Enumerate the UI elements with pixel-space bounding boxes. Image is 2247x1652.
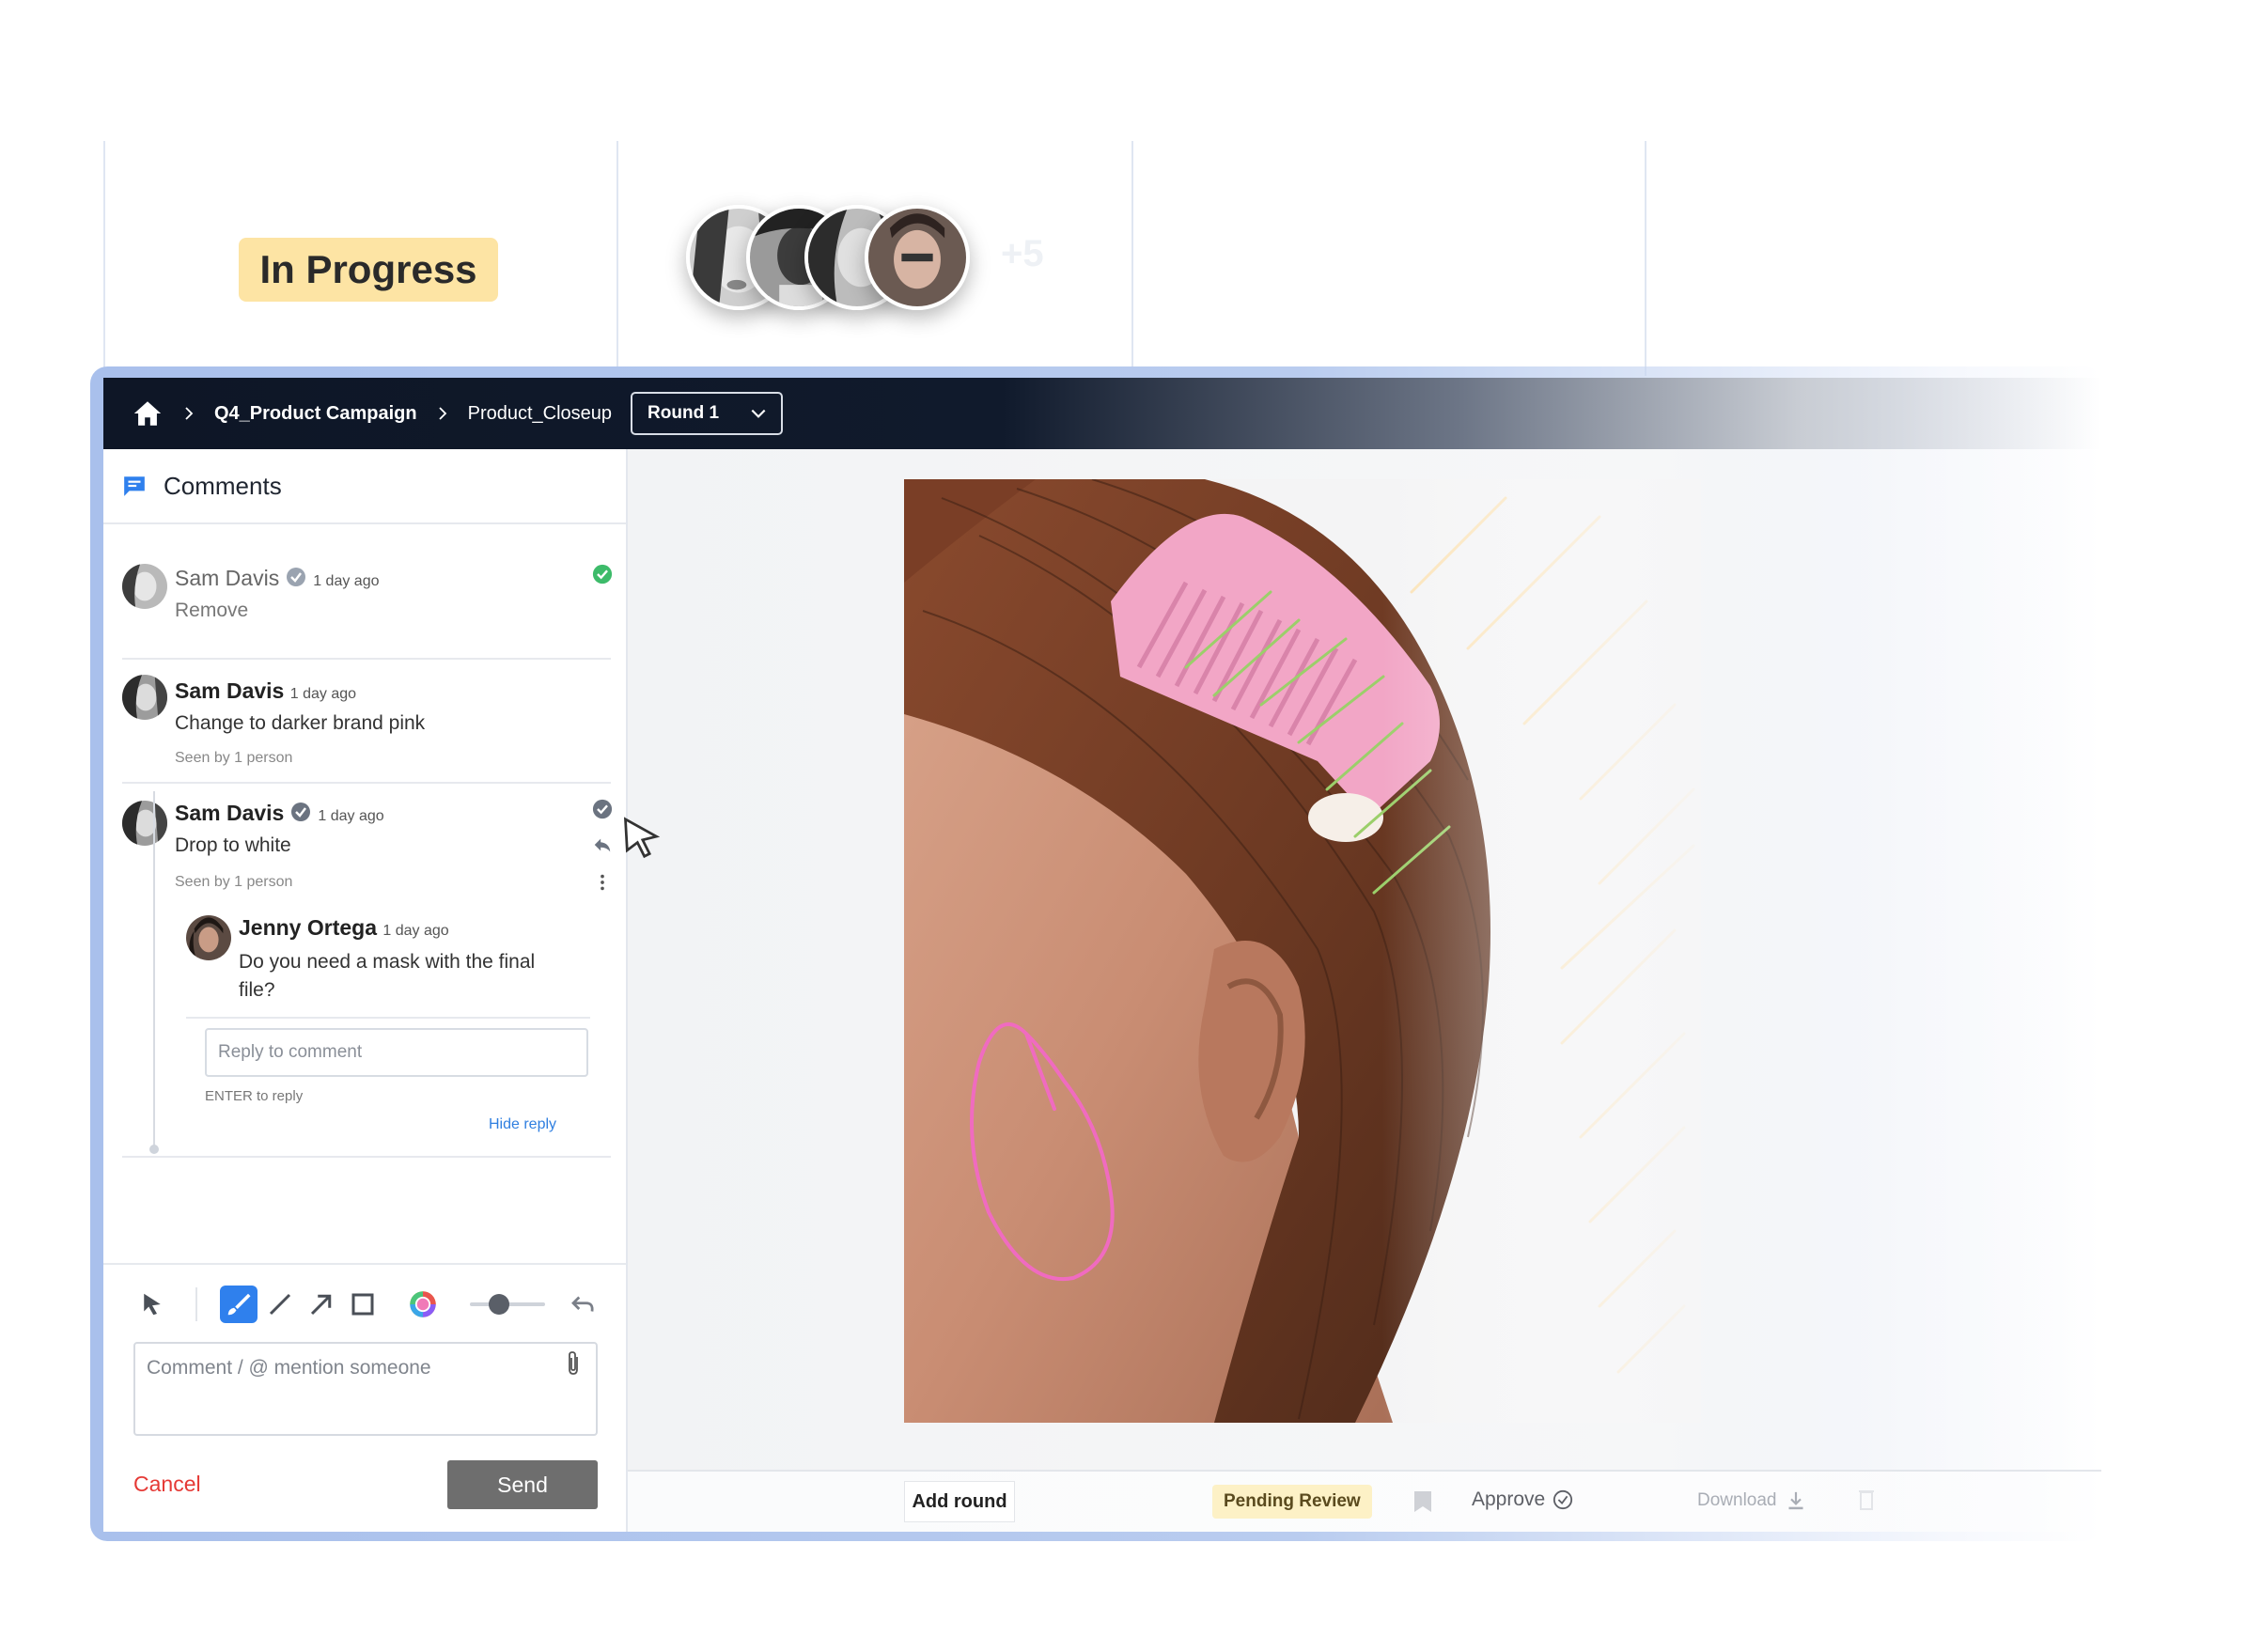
trash-icon[interactable] bbox=[1859, 1488, 1874, 1511]
cancel-button[interactable]: Cancel bbox=[133, 1472, 201, 1497]
avatar[interactable] bbox=[865, 205, 970, 310]
comment-author: Sam Davis 1 day ago bbox=[175, 801, 384, 825]
reply-time: 1 day ago bbox=[382, 923, 449, 939]
comments-title: Comments bbox=[164, 471, 282, 500]
comment-item[interactable]: Sam Davis 1 day ago Remove bbox=[122, 553, 613, 656]
status-badge[interactable]: In Progress bbox=[239, 238, 498, 302]
column-divider bbox=[616, 141, 618, 376]
more-vertical-icon[interactable] bbox=[592, 872, 613, 893]
reply-author: Jenny Ortega 1 day ago bbox=[239, 915, 449, 940]
home-icon[interactable] bbox=[132, 397, 164, 429]
check-circle-icon[interactable] bbox=[592, 564, 613, 584]
download-button[interactable]: Download bbox=[1697, 1490, 1805, 1511]
brush-icon bbox=[227, 1293, 251, 1316]
line-icon bbox=[269, 1293, 291, 1316]
mouse-cursor-icon bbox=[623, 817, 661, 859]
reply-icon[interactable] bbox=[592, 834, 613, 855]
download-label: Download bbox=[1697, 1490, 1777, 1510]
comment-time: 1 day ago bbox=[289, 686, 357, 702]
seen-status: Seen by 1 person bbox=[175, 750, 293, 766]
check-circle-icon[interactable] bbox=[592, 799, 613, 819]
seen-status: Seen by 1 person bbox=[175, 874, 293, 890]
comment-item[interactable]: Sam Davis 1 day ago Change to darker bra… bbox=[122, 675, 611, 787]
breadcrumb-asset[interactable]: Product_Closeup bbox=[468, 403, 612, 425]
comments-header: Comments bbox=[103, 449, 626, 524]
add-round-button[interactable]: Add round bbox=[904, 1481, 1015, 1522]
column-divider bbox=[1645, 141, 1646, 376]
line-tool[interactable] bbox=[261, 1286, 299, 1323]
undo-button[interactable] bbox=[564, 1286, 601, 1323]
comment-item[interactable]: Sam Davis 1 day ago Drop to white Seen by… bbox=[122, 797, 613, 1304]
color-wheel-icon bbox=[410, 1291, 436, 1317]
rectangle-tool[interactable] bbox=[344, 1286, 382, 1323]
comment-input[interactable] bbox=[133, 1342, 598, 1436]
paperclip-icon[interactable] bbox=[562, 1349, 585, 1378]
avatar bbox=[122, 675, 167, 720]
enter-hint: ENTER to reply bbox=[205, 1088, 304, 1104]
approve-button[interactable]: Approve bbox=[1472, 1488, 1573, 1511]
reply-text-line1: Do you need a mask with the final bbox=[239, 951, 536, 973]
divider bbox=[122, 782, 611, 784]
more-assignees-count[interactable]: +5 bbox=[1001, 233, 1044, 275]
reply-text-line2: file? bbox=[239, 979, 275, 1001]
approve-label: Approve bbox=[1472, 1488, 1546, 1510]
divider bbox=[186, 1017, 590, 1019]
round-dropdown-label: Round 1 bbox=[648, 403, 720, 423]
comment-time: 1 day ago bbox=[313, 573, 380, 589]
avatar bbox=[186, 915, 231, 960]
avatar bbox=[122, 564, 167, 609]
chevron-down-icon bbox=[751, 409, 766, 418]
comment-text: Remove bbox=[175, 600, 249, 621]
verified-icon bbox=[291, 803, 311, 821]
breadcrumb-project[interactable]: Q4_Product Campaign bbox=[214, 403, 417, 425]
select-arrow-icon bbox=[144, 1293, 161, 1316]
comment-time: 1 day ago bbox=[318, 808, 384, 824]
hide-reply-link[interactable]: Hide reply bbox=[489, 1116, 556, 1133]
comment-author: Sam Davis 1 day ago bbox=[175, 678, 357, 703]
toolbar-divider bbox=[195, 1287, 197, 1321]
avatar bbox=[122, 801, 167, 846]
brush-tool[interactable] bbox=[220, 1286, 257, 1323]
undo-icon bbox=[571, 1296, 594, 1312]
column-divider bbox=[103, 141, 105, 376]
arrow-tool[interactable] bbox=[303, 1286, 340, 1323]
thread-line bbox=[153, 791, 155, 1148]
column-divider bbox=[1131, 141, 1133, 376]
comment-author: Sam Davis 1 day ago bbox=[175, 566, 380, 590]
chevron-right-icon bbox=[185, 407, 194, 420]
verified-icon bbox=[287, 568, 306, 586]
color-picker[interactable] bbox=[404, 1286, 442, 1323]
chevron-right-icon bbox=[438, 407, 446, 420]
send-button[interactable]: Send bbox=[447, 1460, 598, 1509]
arrow-tool-icon bbox=[310, 1294, 332, 1316]
product-image[interactable] bbox=[904, 479, 1701, 1423]
round-dropdown[interactable]: Round 1 bbox=[631, 392, 784, 435]
download-icon bbox=[1788, 1491, 1802, 1510]
top-navigation-bar: Q4_Product Campaign Product_Closeup Roun… bbox=[103, 378, 2101, 449]
flag-icon[interactable] bbox=[1412, 1489, 1434, 1514]
thread-dot bbox=[149, 1145, 159, 1154]
comment-text: Change to darker brand pink bbox=[175, 712, 426, 734]
comment-text: Drop to white bbox=[175, 834, 291, 856]
reply-input[interactable] bbox=[205, 1028, 588, 1077]
stroke-size-slider-knob[interactable] bbox=[489, 1294, 509, 1315]
divider bbox=[122, 658, 611, 660]
divider bbox=[122, 1156, 611, 1158]
review-status-badge[interactable]: Pending Review bbox=[1212, 1485, 1372, 1519]
comment-icon bbox=[124, 476, 145, 496]
select-tool[interactable] bbox=[133, 1286, 171, 1323]
rectangle-icon bbox=[351, 1293, 374, 1316]
check-circle-icon bbox=[1553, 1489, 1573, 1510]
